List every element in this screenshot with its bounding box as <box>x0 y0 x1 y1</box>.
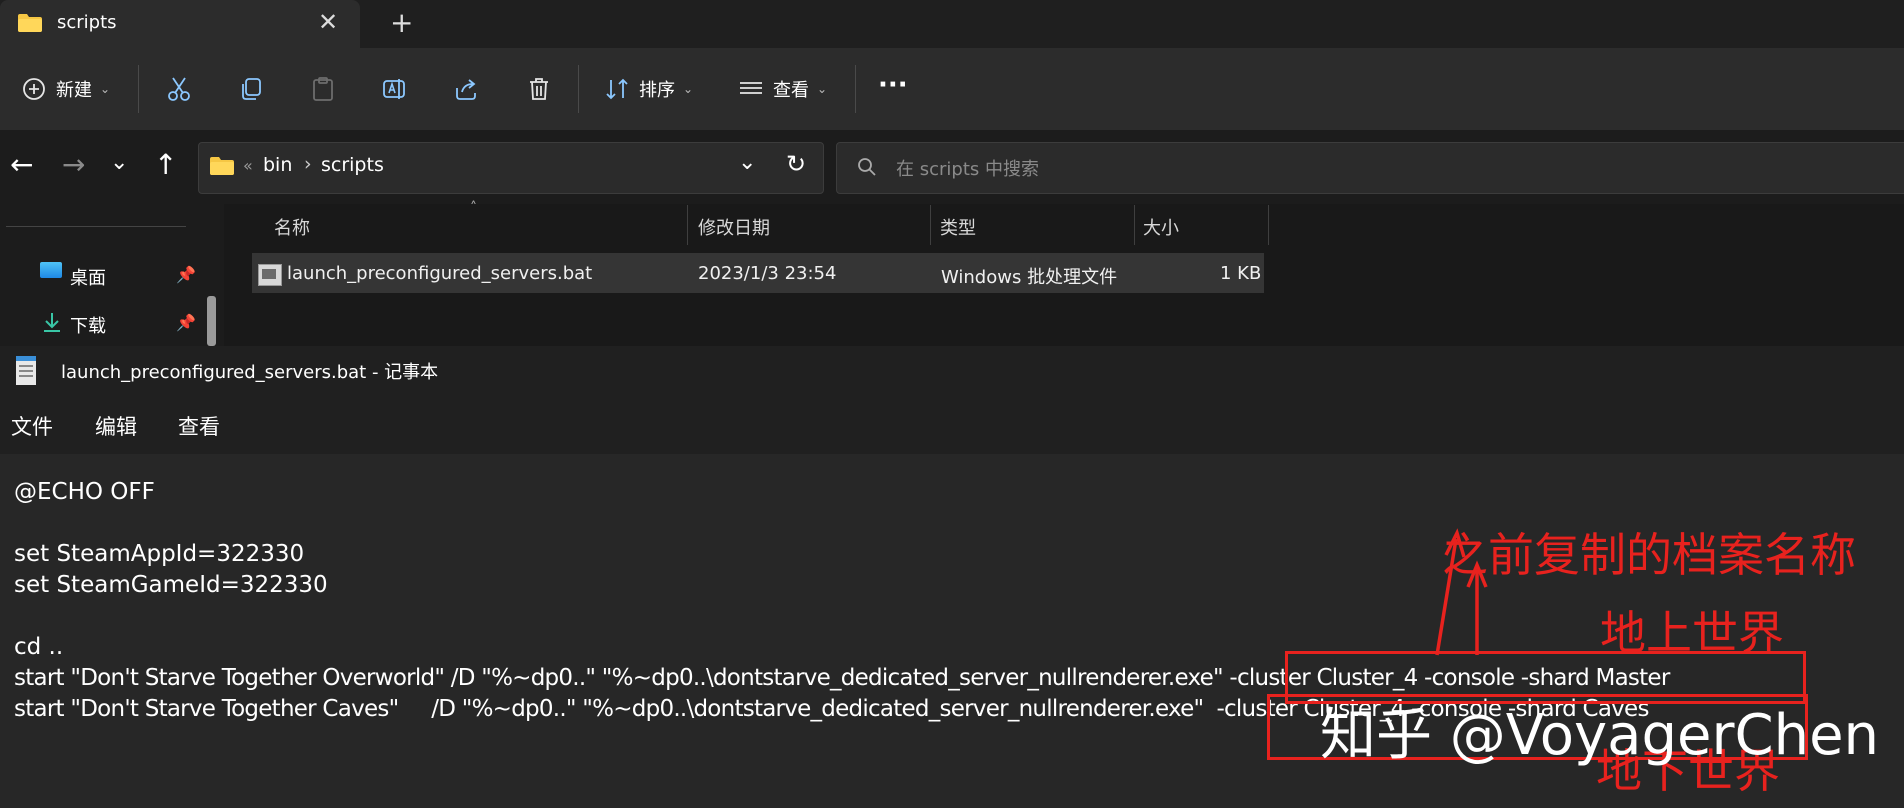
code-line: set SteamAppId=322330 <box>14 541 305 567</box>
new-button[interactable]: 新建 ⌄ <box>20 75 110 103</box>
code-line: cd .. <box>14 634 64 660</box>
rename-icon[interactable] <box>381 75 409 103</box>
search-placeholder: 在 scripts 中搜索 <box>896 159 1039 180</box>
zhihu-watermark: 知乎 @VoyagerChen <box>1320 703 1880 768</box>
folder-icon <box>210 157 234 175</box>
file-modified: 2023/1/3 23:54 <box>698 263 837 284</box>
column-name[interactable]: 名称 <box>274 214 310 240</box>
chevron-down-icon: ⌄ <box>683 82 694 96</box>
column-divider[interactable] <box>1268 205 1269 245</box>
menu-view[interactable]: 查看 <box>178 411 220 441</box>
new-button-label: 新建 <box>56 80 92 101</box>
file-name: launch_preconfigured_servers.bat <box>287 263 593 284</box>
breadcrumb-separator: › <box>304 153 312 175</box>
download-icon <box>44 313 60 332</box>
divider <box>855 65 856 113</box>
overflow-chevrons[interactable]: « <box>243 156 253 175</box>
view-button[interactable]: 查看 ⌄ <box>737 75 827 103</box>
chevron-down-icon: ⌄ <box>100 82 111 96</box>
tab-scripts[interactable] <box>0 0 360 48</box>
menu-edit[interactable]: 编辑 <box>95 411 137 441</box>
chevron-down-icon: ⌄ <box>817 82 828 96</box>
column-type[interactable]: 类型 <box>940 214 976 240</box>
breadcrumb-bin[interactable]: bin <box>263 154 292 176</box>
breadcrumb-scripts[interactable]: scripts <box>321 154 384 176</box>
refresh-icon[interactable]: ↻ <box>786 150 806 178</box>
sort-button[interactable]: 排序 ⌄ <box>603 75 693 103</box>
share-icon[interactable] <box>452 75 480 103</box>
file-type: Windows 批处理文件 <box>941 267 1118 288</box>
sidebar-item-desktop[interactable]: 桌面 <box>70 264 106 290</box>
column-modified[interactable]: 修改日期 <box>698 214 770 240</box>
column-divider[interactable] <box>687 205 688 245</box>
back-arrow-icon[interactable]: ← <box>10 148 33 181</box>
column-size[interactable]: 大小 <box>1143 214 1179 240</box>
folder-icon <box>18 14 42 32</box>
cut-icon[interactable] <box>165 75 193 103</box>
new-tab-icon[interactable]: + <box>390 6 413 39</box>
desktop-icon <box>40 262 62 278</box>
sort-icon <box>603 75 631 103</box>
view-button-label: 查看 <box>773 80 809 101</box>
copy-icon[interactable] <box>237 75 265 103</box>
notepad-icon <box>16 356 36 385</box>
notepad-menu-bar <box>0 400 1904 454</box>
column-divider[interactable] <box>930 205 931 245</box>
close-icon[interactable]: ✕ <box>318 8 338 36</box>
sort-ascending-icon: ˄ <box>470 200 477 216</box>
plus-circle-icon <box>20 75 48 103</box>
more-icon[interactable]: ··· <box>878 70 908 100</box>
batch-file-icon <box>258 264 282 286</box>
view-list-icon <box>737 75 765 103</box>
command-bar <box>0 48 1904 130</box>
paste-icon[interactable] <box>309 75 337 103</box>
tab-title: scripts <box>57 12 117 33</box>
annotation-overworld: 地上世界 <box>1600 606 1784 660</box>
pin-icon[interactable]: 📌 <box>176 313 196 332</box>
delete-icon[interactable] <box>525 75 553 103</box>
code-line: set SteamGameId=322330 <box>14 572 328 598</box>
divider <box>6 226 186 227</box>
up-arrow-icon[interactable]: ↑ <box>154 148 177 181</box>
scrollbar-thumb[interactable] <box>207 296 216 346</box>
pin-icon[interactable]: 📌 <box>176 265 196 284</box>
file-size: 1 KB <box>1220 263 1262 284</box>
address-dropdown-icon[interactable]: ⌄ <box>738 150 756 175</box>
forward-arrow-icon[interactable]: → <box>62 148 85 181</box>
recent-chevron-icon[interactable]: ⌄ <box>110 150 128 175</box>
divider <box>138 65 139 113</box>
divider <box>578 65 579 113</box>
sidebar-item-downloads[interactable]: 下载 <box>70 312 106 338</box>
sort-button-label: 排序 <box>639 80 675 101</box>
search-icon <box>858 158 876 176</box>
code-line: @ECHO OFF <box>14 479 155 505</box>
notepad-title: launch_preconfigured_servers.bat - 记事本 <box>61 362 439 383</box>
column-divider[interactable] <box>1134 205 1135 245</box>
annotation-archive-name: 之前复制的档案名称 <box>1442 528 1856 582</box>
menu-file[interactable]: 文件 <box>11 411 53 441</box>
